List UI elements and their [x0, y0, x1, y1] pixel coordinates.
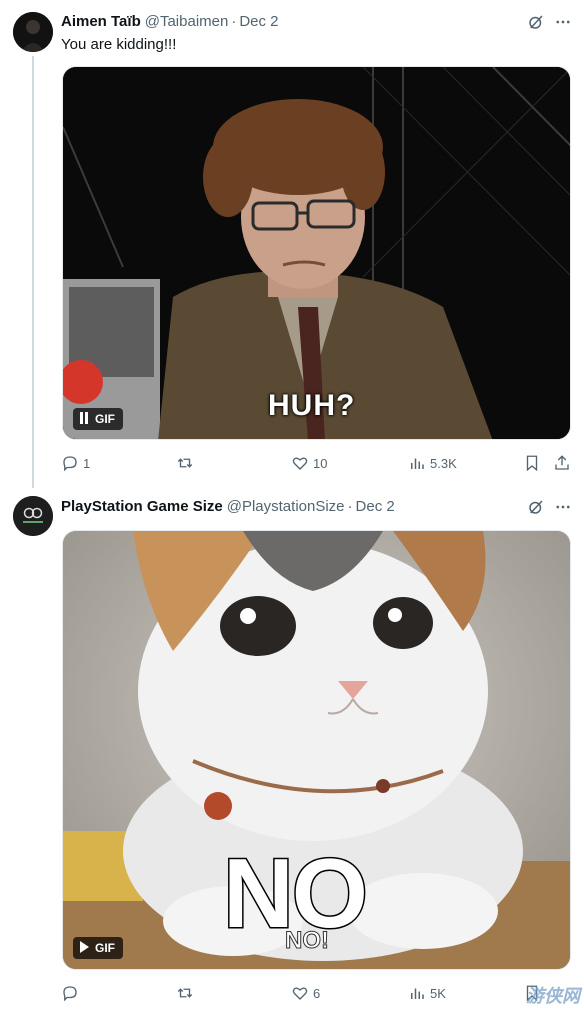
retweet-icon — [177, 988, 193, 998]
like-button[interactable]: 10 — [291, 454, 327, 472]
tweet-media-gif[interactable]: NO NO! GIF — [62, 530, 571, 970]
author-name[interactable]: PlayStation Game Size — [61, 498, 223, 515]
like-icon — [292, 457, 308, 470]
reply-button[interactable]: 1 — [61, 454, 90, 472]
tweet-header: PlayStation Game Size @PlaystationSize ·… — [61, 496, 395, 516]
like-button[interactable]: 6 — [291, 984, 320, 1002]
gif-caption: HUH? — [268, 389, 356, 422]
gif-subcaption: NO! — [285, 927, 330, 954]
gif-badge[interactable]: GIF — [73, 937, 123, 959]
more-icon[interactable] — [553, 497, 573, 517]
views-count: 5K — [430, 985, 446, 1001]
retweet-button[interactable] — [176, 454, 198, 472]
share-button[interactable] — [553, 454, 571, 472]
watermark: 游侠网 — [526, 986, 580, 1006]
reply-icon — [63, 456, 77, 472]
avatar[interactable] — [13, 496, 53, 536]
like-icon — [292, 987, 308, 1000]
more-icon[interactable] — [553, 12, 573, 32]
author-handle[interactable]: @Taibaimen — [145, 13, 229, 30]
tweet[interactable]: Aimen Taïb @Taibaimen · Dec 2 You are ki… — [0, 0, 584, 488]
reply-count: 1 — [83, 455, 91, 471]
retweet-button[interactable] — [176, 984, 198, 1002]
tweet-date[interactable]: Dec 2 — [356, 498, 395, 515]
tweet-date[interactable]: Dec 2 — [239, 13, 278, 30]
bookmark-icon — [526, 455, 538, 472]
tweet-actions: 6 5K — [0, 984, 584, 1004]
reply-icon — [63, 986, 77, 1002]
retweet-icon — [177, 458, 193, 468]
views-count: 5.3K — [430, 455, 457, 471]
separator: · — [231, 12, 237, 30]
like-count: 6 — [313, 985, 321, 1001]
tweet-actions: 1 10 5.3K — [0, 454, 584, 474]
play-icon[interactable] — [79, 940, 89, 956]
avatar[interactable] — [13, 12, 53, 52]
like-count: 10 — [313, 455, 328, 471]
gif-badge[interactable]: GIF — [73, 408, 123, 430]
views-button[interactable]: 5.3K — [408, 454, 457, 472]
pause-icon[interactable] — [79, 411, 89, 427]
grok-icon[interactable] — [526, 12, 546, 32]
grok-icon[interactable] — [526, 497, 546, 517]
tweet[interactable]: PlayStation Game Size @PlaystationSize ·… — [0, 488, 584, 1010]
views-button[interactable]: 5K — [408, 984, 446, 1002]
thread-line — [32, 56, 34, 488]
gif-frame — [63, 67, 570, 439]
reply-button[interactable] — [61, 984, 83, 1002]
share-icon — [555, 455, 569, 470]
tweet-media-gif[interactable]: HUH? GIF — [62, 66, 571, 440]
separator: · — [347, 497, 353, 515]
gif-label: GIF — [95, 412, 115, 426]
author-name[interactable]: Aimen Taïb — [61, 13, 141, 30]
bookmark-button[interactable] — [523, 454, 541, 472]
views-icon — [411, 988, 424, 999]
gif-label: GIF — [95, 941, 115, 955]
views-icon — [411, 458, 424, 469]
tweet-header: Aimen Taïb @Taibaimen · Dec 2 — [61, 11, 279, 31]
author-handle[interactable]: @PlaystationSize — [227, 498, 345, 515]
tweet-text: You are kidding!!! — [61, 36, 177, 53]
